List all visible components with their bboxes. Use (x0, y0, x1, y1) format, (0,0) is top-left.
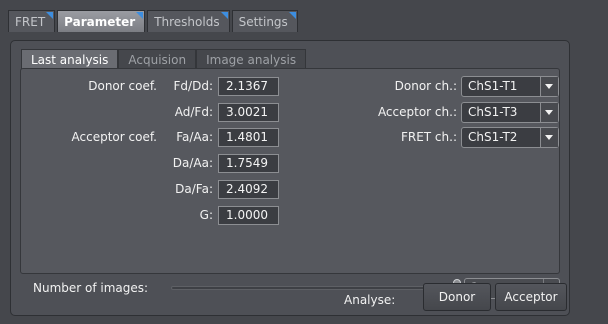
tab-corner-marker-icon (288, 12, 296, 19)
tab-parameter-label: Parameter (64, 15, 136, 29)
sub-tab-bar: Last analysis Acquision Image analysis (21, 49, 307, 69)
tab-image-analysis-label: Image analysis (206, 53, 297, 67)
last-analysis-content: Donor coef. Acceptor coef. Fd/Dd: 2.1367… (20, 68, 560, 299)
fret-window: FRET Parameter Thresholds Settings Last … (0, 0, 608, 324)
number-of-images-slider-track[interactable] (171, 286, 463, 290)
tab-acquision-label: Acquision (128, 53, 187, 67)
tab-settings-label: Settings (238, 15, 288, 29)
number-of-images-label: Number of images: (33, 281, 149, 295)
tab-settings[interactable]: Settings (231, 10, 298, 32)
tab-acquision[interactable]: Acquision (118, 49, 197, 69)
analyse-label: Analyse: (344, 293, 396, 307)
coef-name-fd-dd: Fd/Dd: (173, 79, 213, 93)
coef-value-fd-dd: 2.1367 (218, 77, 279, 96)
tab-image-analysis[interactable]: Image analysis (196, 49, 307, 69)
acceptor-channel-select[interactable]: ChS1-T3 (461, 102, 559, 123)
coef-value-fa-aa: 1.4801 (218, 128, 279, 147)
donor-channel-dropdown-button[interactable] (540, 77, 558, 96)
acceptor-coef-label: Acceptor coef. (71, 130, 157, 144)
top-tab-bar: FRET Parameter Thresholds Settings (8, 10, 300, 32)
tab-last-analysis-label: Last analysis (31, 53, 109, 67)
tab-fret-label: FRET (15, 15, 46, 29)
analyse-donor-button[interactable]: Donor (423, 283, 491, 311)
coef-name-da-aa: Da/Aa: (172, 156, 213, 170)
coef-name-ad-fd: Ad/Fd: (174, 105, 213, 119)
fret-channel-value: ChS1-T2 (468, 130, 518, 144)
donor-channel-select[interactable]: ChS1-T1 (461, 76, 559, 97)
acceptor-channel-label: Acceptor ch.: (377, 105, 457, 119)
tab-last-analysis[interactable]: Last analysis (21, 49, 119, 69)
coef-value-da-aa: 1.7549 (218, 154, 279, 173)
coef-value-ad-fd: 3.0021 (218, 103, 279, 122)
acceptor-channel-dropdown-button[interactable] (540, 103, 558, 122)
fret-channel-select[interactable]: ChS1-T2 (461, 127, 559, 148)
coef-name-g: G: (199, 208, 213, 222)
tab-thresholds-label: Thresholds (154, 15, 220, 29)
tab-thresholds[interactable]: Thresholds (147, 10, 230, 32)
coef-value-da-fa: 2.4092 (218, 180, 279, 199)
fret-channel-dropdown-button[interactable] (540, 128, 558, 147)
chevron-down-icon (545, 84, 553, 89)
tab-corner-marker-icon (46, 12, 54, 19)
chevron-down-icon (545, 110, 553, 115)
donor-coef-label: Donor coef. (88, 79, 157, 93)
chevron-down-icon (545, 135, 553, 140)
coef-name-da-fa: Da/Fa: (175, 182, 213, 196)
coef-name-fa-aa: Fa/Aa: (176, 130, 213, 144)
analyse-acceptor-button[interactable]: Acceptor (495, 283, 567, 311)
acceptor-channel-value: ChS1-T3 (468, 105, 518, 119)
donor-channel-label: Donor ch.: (394, 79, 457, 93)
tab-fret[interactable]: FRET (8, 10, 56, 32)
tab-corner-marker-icon (136, 12, 144, 19)
fret-channel-label: FRET ch.: (400, 130, 457, 144)
tab-parameter[interactable]: Parameter (57, 10, 146, 32)
tab-corner-marker-icon (220, 12, 228, 19)
donor-channel-value: ChS1-T1 (468, 79, 518, 93)
parameter-panel: Last analysis Acquision Image analysis D… (10, 40, 570, 316)
coef-value-g: 1.0000 (218, 206, 279, 225)
